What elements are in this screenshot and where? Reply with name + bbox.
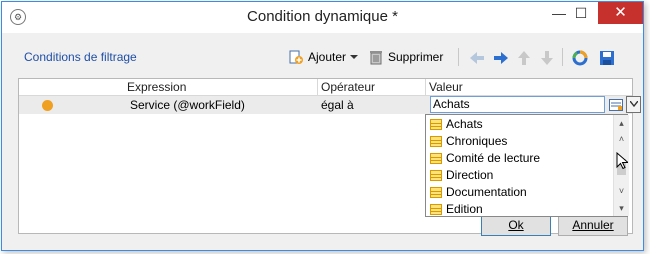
arrow-left-icon[interactable] (468, 49, 486, 67)
title-bar: ⚙ Condition dynamique * — ☐ ✕ (2, 2, 643, 33)
save-icon[interactable] (598, 49, 616, 67)
add-label: Ajouter (308, 50, 347, 64)
cancel-button[interactable]: Annuler (558, 214, 628, 236)
value-input[interactable]: Achats (430, 96, 605, 113)
table-icon (430, 169, 442, 181)
ok-button[interactable]: Ok (481, 214, 551, 236)
column-divider (425, 79, 426, 95)
table-icon (430, 135, 442, 147)
value-dropdown-list[interactable]: Achats Chroniques Comité de lecture Dire… (425, 114, 629, 217)
delete-label: Supprimer (388, 50, 444, 64)
expression-cell[interactable]: Service (@workField) (130, 98, 245, 112)
mouse-cursor-icon (616, 152, 628, 170)
list-item-label: Documentation (446, 185, 527, 199)
trash-icon (368, 49, 384, 65)
toolbar-separator (562, 48, 563, 66)
column-header-value[interactable]: Valeur (429, 80, 463, 94)
list-item[interactable]: Comité de lecture (430, 150, 540, 166)
section-label: Conditions de filtrage (24, 50, 137, 64)
list-item[interactable]: Direction (430, 167, 493, 183)
list-item-label: Achats (446, 117, 483, 131)
column-header-operator[interactable]: Opérateur (321, 80, 375, 94)
value-picker-icon[interactable] (607, 96, 625, 113)
dropdown-toggle-button[interactable] (626, 96, 641, 113)
toolbar: Conditions de filtrage Ajouter Supprimer (18, 42, 633, 72)
chevron-down-icon[interactable] (350, 50, 359, 64)
list-item[interactable]: Documentation (430, 184, 527, 200)
list-item-label: Edition (446, 202, 483, 216)
maximize-button[interactable]: ☐ (562, 2, 600, 24)
arrow-down-icon[interactable] (538, 49, 556, 67)
list-item[interactable]: Chroniques (430, 133, 507, 149)
refresh-icon[interactable] (571, 49, 589, 67)
table-row[interactable]: Service (@workField) égal à Achats (19, 96, 641, 114)
scroll-down-icon[interactable]: ˅ (614, 185, 629, 197)
table-icon (430, 152, 442, 164)
arrow-right-icon[interactable] (492, 49, 510, 67)
list-item[interactable]: Achats (430, 116, 483, 132)
operator-cell[interactable]: égal à (321, 98, 354, 112)
scroll-top-icon[interactable]: ▴ (614, 117, 629, 129)
list-item-label: Comité de lecture (446, 151, 541, 165)
table-icon (430, 203, 442, 215)
toolbar-separator (458, 48, 459, 66)
scroll-bottom-icon[interactable]: ▾ (614, 202, 629, 214)
add-button[interactable]: Ajouter (288, 46, 359, 68)
column-divider (317, 79, 318, 95)
table-header: Expression Opérateur Valeur (19, 79, 632, 96)
scroll-up-icon[interactable]: ˄ (614, 133, 629, 145)
table-icon (430, 118, 442, 130)
table-icon (430, 186, 442, 198)
list-item-label: Chroniques (446, 134, 508, 148)
list-item-label: Direction (446, 168, 494, 182)
list-item[interactable]: Edition (430, 201, 483, 217)
arrow-up-icon[interactable] (515, 49, 533, 67)
column-header-expression[interactable]: Expression (127, 80, 186, 94)
close-button[interactable]: ✕ (598, 2, 643, 24)
add-icon (288, 49, 304, 65)
delete-button[interactable]: Supprimer (368, 46, 443, 68)
status-dot-icon (42, 100, 53, 111)
